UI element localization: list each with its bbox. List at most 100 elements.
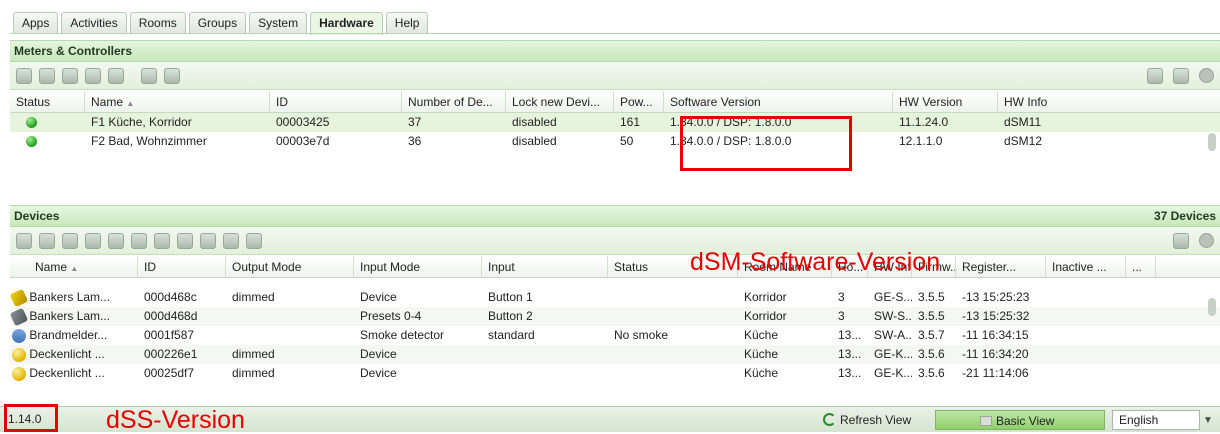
device-name: Bankers Lam... <box>29 309 111 323</box>
device-room: Korridor <box>744 290 787 304</box>
devices-scrollbar[interactable] <box>1208 298 1216 316</box>
meters-table-header: Status Name ▲ ID Number of De... Lock ne… <box>10 91 1220 113</box>
device-input <box>482 345 608 364</box>
brush-icon <box>10 307 29 326</box>
device-firmware: 3.5.6 <box>918 347 945 361</box>
table-row[interactable]: F1 Küche, Korridor 00003425 37 disabled … <box>10 113 1220 132</box>
col-inactive[interactable]: Inactive ... <box>1046 256 1126 277</box>
device-rename-icon[interactable] <box>177 233 193 249</box>
device-pen-icon[interactable] <box>246 233 262 249</box>
table-row[interactable]: Bankers Lam... 000d468c dimmed Device Bu… <box>10 288 1220 307</box>
basic-view-button[interactable]: Basic View <box>935 410 1105 430</box>
device-light-icon[interactable] <box>16 233 32 249</box>
tab-rooms[interactable]: Rooms <box>129 12 186 34</box>
refresh-icon <box>823 413 836 426</box>
device-registered: -11 16:34:15 <box>962 328 1029 342</box>
col-hw-info[interactable]: HW Info <box>998 91 1198 112</box>
col-device-id[interactable]: ID <box>138 256 226 277</box>
meter-num-devices: 37 <box>408 115 422 129</box>
device-id: 000d468c <box>144 290 197 304</box>
device-settings-icon[interactable] <box>131 233 147 249</box>
meter-id: 00003425 <box>276 115 330 129</box>
col-id[interactable]: ID <box>270 91 402 112</box>
device-output-mode: dimmed <box>232 366 275 380</box>
signal-strength-icon[interactable] <box>62 233 78 249</box>
meter-lock: disabled <box>512 115 557 129</box>
remove-icon[interactable] <box>1199 233 1214 248</box>
meters-table: Status Name ▲ ID Number of De... Lock ne… <box>10 91 1220 203</box>
device-status <box>608 307 738 326</box>
device-calibrate-icon[interactable] <box>200 233 216 249</box>
col-number-devices[interactable]: Number of De... <box>402 91 506 112</box>
devices-toolbar-icons <box>16 233 262 249</box>
col-lock-new-devices[interactable]: Lock new Devi... <box>506 91 614 112</box>
tab-list: Apps Activities Rooms Groups System Hard… <box>13 12 429 35</box>
devices-toolbar-right <box>1173 233 1214 249</box>
col-more[interactable]: ... <box>1126 256 1156 277</box>
device-room-number: 13... <box>838 328 862 342</box>
col-input-mode[interactable]: Input Mode <box>354 256 482 277</box>
device-config-icon[interactable] <box>85 233 101 249</box>
tab-help[interactable]: Help <box>385 12 429 34</box>
device-status: No smoke <box>614 328 669 342</box>
device-name: Deckenlicht ... <box>29 347 105 361</box>
tab-hardware[interactable]: Hardware <box>310 12 383 35</box>
device-room: Küche <box>744 328 779 342</box>
chevron-down-icon[interactable]: ▼ <box>1203 415 1213 426</box>
col-status[interactable]: Status <box>10 91 85 112</box>
language-value: English <box>1119 413 1159 427</box>
device-input: standard <box>488 328 535 342</box>
col-output-mode[interactable]: Output Mode <box>226 256 354 277</box>
device-scan-icon[interactable] <box>39 233 55 249</box>
refresh-view-button[interactable]: Refresh View <box>815 410 919 430</box>
table-row[interactable]: Deckenlicht ... 000226e1 dimmed Device K… <box>10 345 1220 364</box>
col-software-version[interactable]: Software Version <box>664 91 893 112</box>
meters-scrollbar[interactable] <box>1208 133 1216 151</box>
meter-scan-icon[interactable] <box>62 68 78 84</box>
device-status <box>608 345 738 364</box>
document-icon[interactable] <box>1173 68 1189 84</box>
col-name-label: Name <box>91 95 124 109</box>
device-group-icon[interactable] <box>108 233 124 249</box>
device-output-mode: dimmed <box>232 347 275 361</box>
tab-system[interactable]: System <box>249 12 308 34</box>
device-edit-icon[interactable] <box>223 233 239 249</box>
meter-edit-icon[interactable] <box>164 68 180 84</box>
col-device-name[interactable]: Name ▲ <box>10 256 138 277</box>
remove-icon[interactable] <box>1199 68 1214 83</box>
device-id: 000226e1 <box>144 347 198 361</box>
device-room-number: 3 <box>838 309 845 323</box>
signal-strength-icon[interactable] <box>39 68 55 84</box>
language-select[interactable]: English <box>1112 410 1200 430</box>
col-name[interactable]: Name ▲ <box>85 91 270 112</box>
meter-setup-icon[interactable] <box>16 68 32 84</box>
table-row[interactable]: Brandmelder... 0001f587 Smoke detector s… <box>10 326 1220 345</box>
tab-groups[interactable]: Groups <box>188 12 247 34</box>
col-hw-version[interactable]: HW Version <box>893 91 998 112</box>
table-row[interactable]: F2 Bad, Wohnzimmer 00003e7d 36 disabled … <box>10 132 1220 151</box>
meter-rename-icon[interactable] <box>141 68 157 84</box>
device-input <box>482 364 608 383</box>
tab-activities[interactable]: Activities <box>61 12 127 34</box>
device-move-icon[interactable] <box>154 233 170 249</box>
device-input: Button 2 <box>488 309 533 323</box>
col-power[interactable]: Pow... <box>614 91 664 112</box>
lock-icon[interactable] <box>1173 233 1189 249</box>
tab-apps[interactable]: Apps <box>13 12 59 34</box>
table-row[interactable]: Bankers Lam... 000d468d Presets 0-4 Butt… <box>10 307 1220 326</box>
device-firmware: 3.5.5 <box>918 290 945 304</box>
meter-search-icon[interactable] <box>108 68 124 84</box>
meter-refresh-icon[interactable] <box>85 68 101 84</box>
tab-divider <box>10 33 1220 34</box>
meter-power: 50 <box>620 134 634 148</box>
col-registered[interactable]: Register... <box>956 256 1046 277</box>
device-input-mode: Device <box>360 347 397 361</box>
col-input[interactable]: Input <box>482 256 608 277</box>
device-firmware: 3.5.6 <box>918 366 945 380</box>
table-row[interactable]: Deckenlicht ... 00025df7 dimmed Device K… <box>10 364 1220 383</box>
device-registered: -13 15:25:32 <box>962 309 1030 323</box>
devices-panel-header: Devices 37 Devices <box>10 205 1220 227</box>
list-view-icon[interactable] <box>1147 68 1163 84</box>
meter-lock: disabled <box>512 134 557 148</box>
device-input-mode: Smoke detector <box>360 328 445 342</box>
